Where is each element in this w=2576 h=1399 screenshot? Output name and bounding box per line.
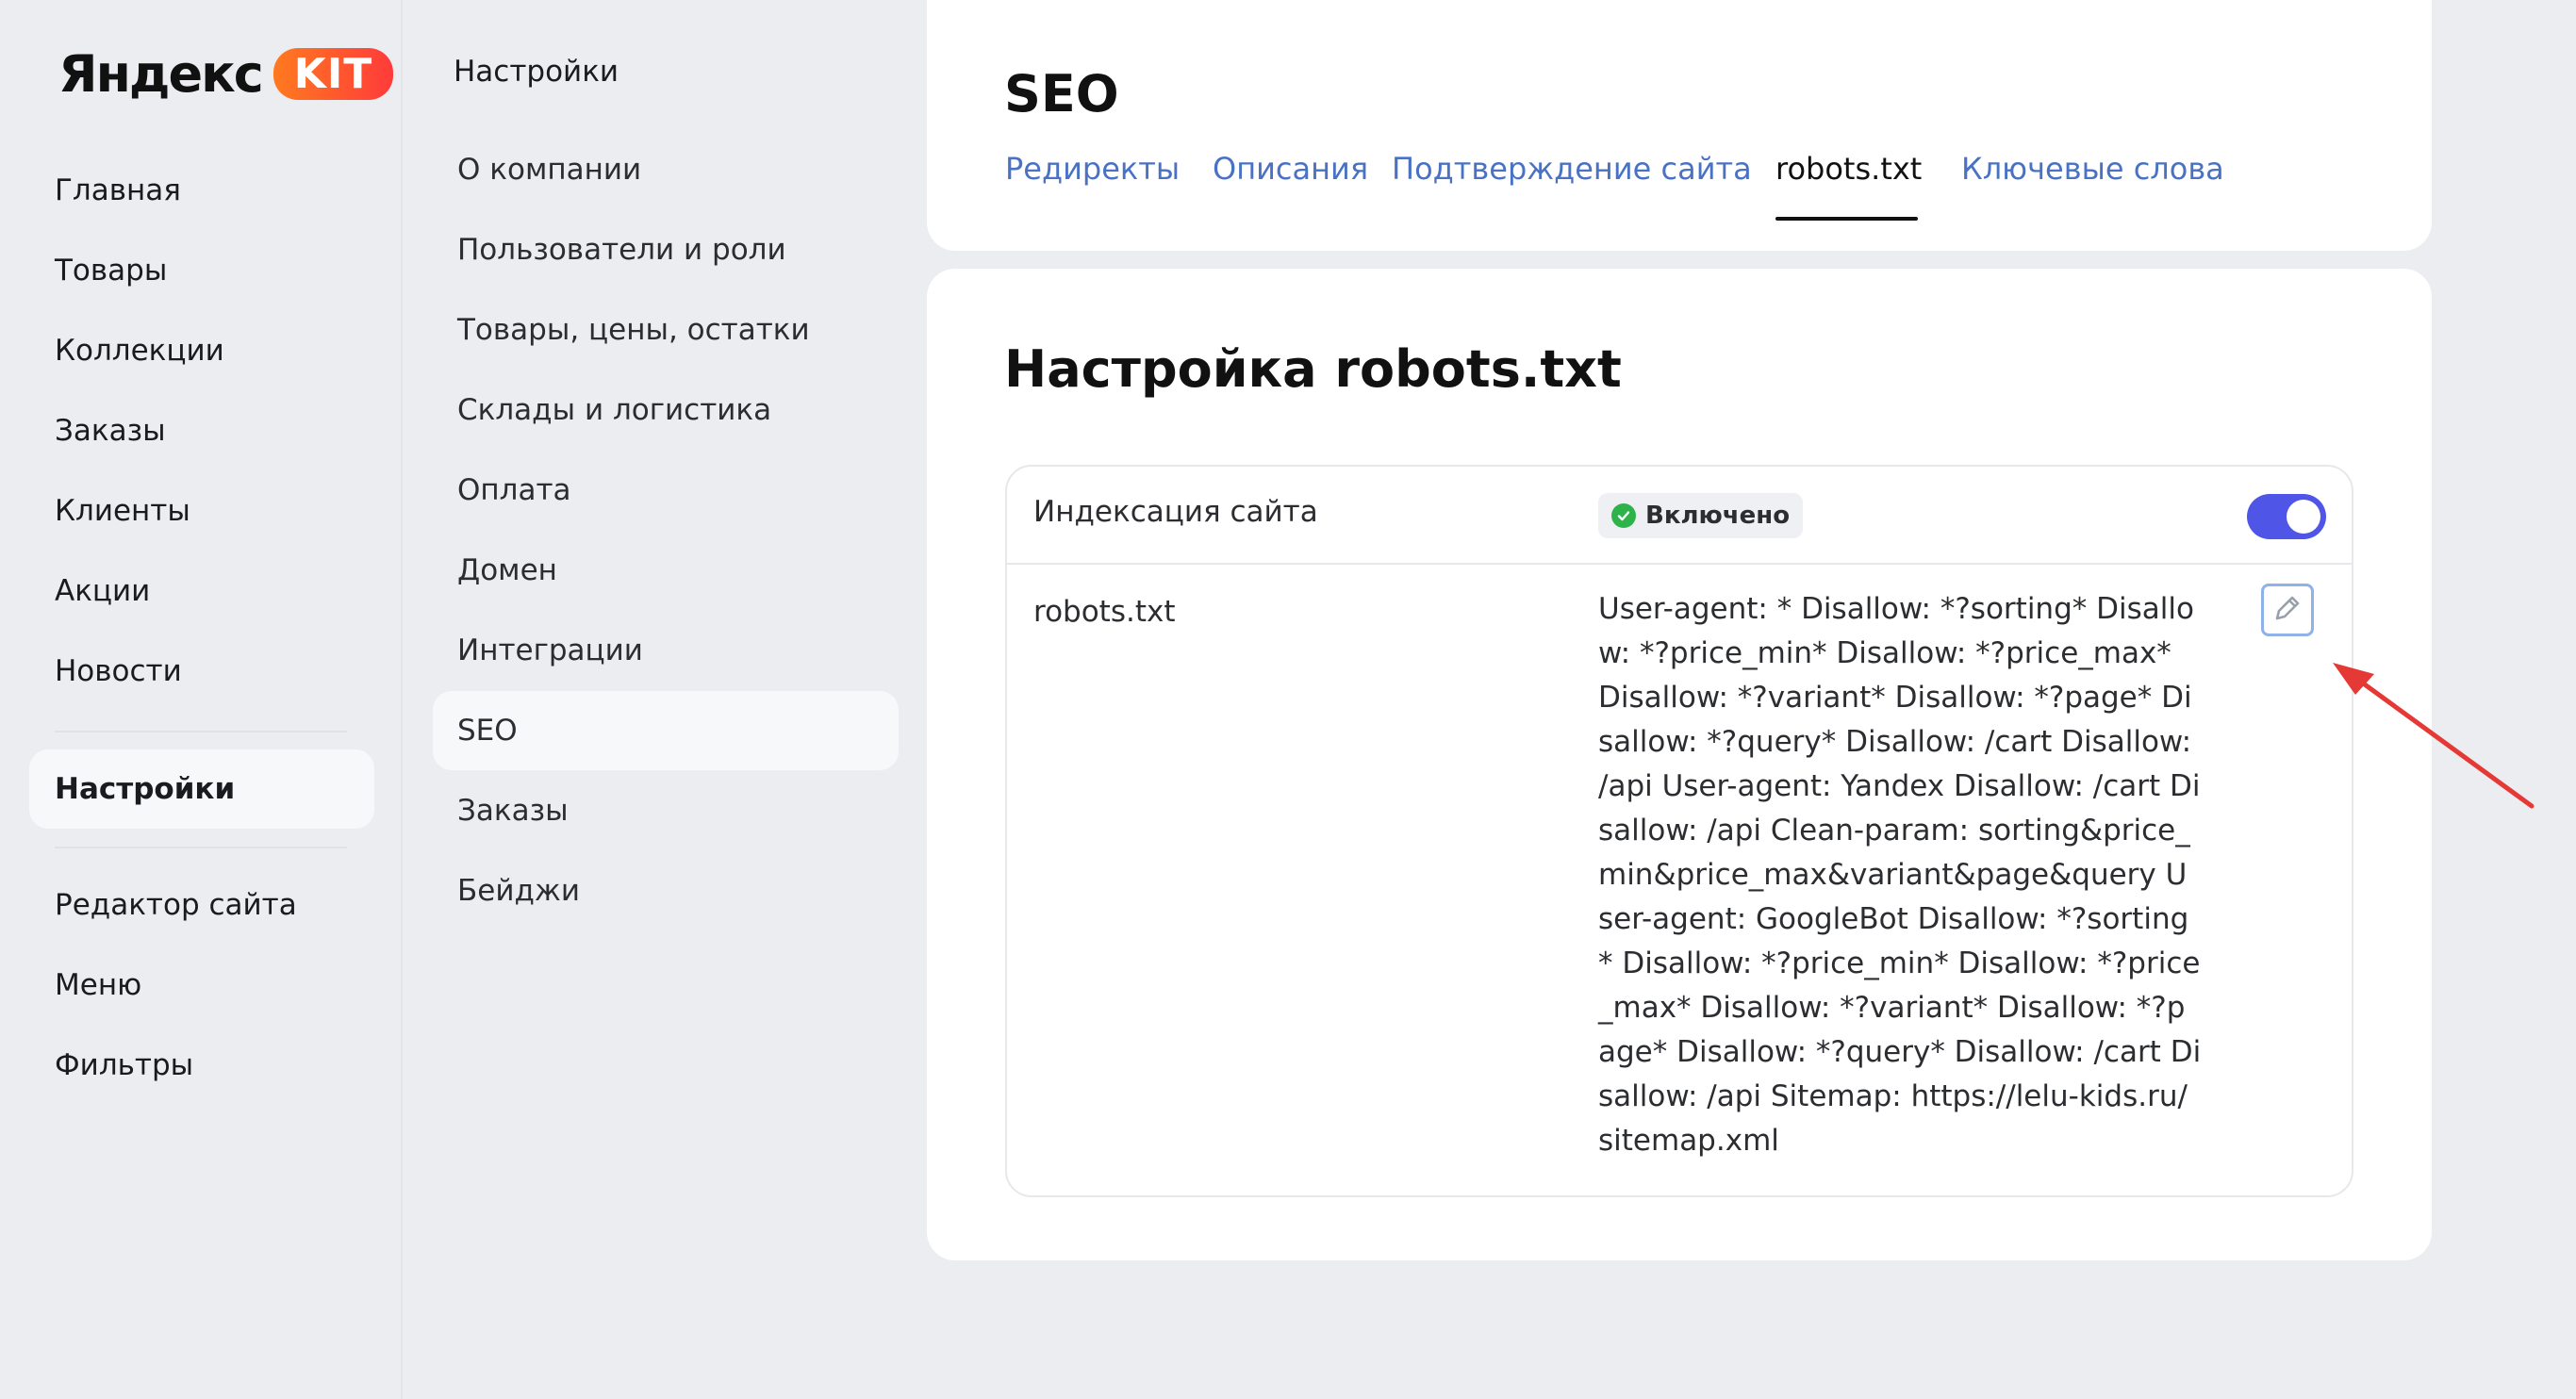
nav-item-clients[interactable]: Клиенты xyxy=(55,494,190,528)
logo-text: Яндекс xyxy=(58,43,264,104)
nav-item-products[interactable]: Товары xyxy=(55,254,167,288)
submenu-item-orders[interactable]: Заказы xyxy=(457,794,569,828)
nav-divider xyxy=(55,731,347,732)
status-badge-label: Включено xyxy=(1645,502,1791,530)
nav-item-site-editor[interactable]: Редактор сайта xyxy=(55,888,297,922)
nav-item-news[interactable]: Новости xyxy=(55,654,182,688)
submenu-item-products-prices[interactable]: Товары, цены, остатки xyxy=(457,313,810,347)
robots-content: User-agent: * Disallow: *?sorting* Disal… xyxy=(1598,592,2202,1158)
robots-label: robots.txt xyxy=(1033,595,1176,629)
page-title: SEO xyxy=(1004,64,1119,123)
submenu-item-integrations[interactable]: Интеграции xyxy=(457,634,643,667)
tab-site-verification[interactable]: Подтверждение сайта xyxy=(1392,151,1752,187)
submenu-item-company[interactable]: О компании xyxy=(457,153,641,187)
nav-item-promotions[interactable]: Акции xyxy=(55,574,150,608)
edit-robots-button[interactable] xyxy=(2261,584,2314,636)
nav-item-filters[interactable]: Фильтры xyxy=(55,1048,193,1082)
logo-badge: KIT xyxy=(272,47,394,100)
submenu-item-warehouses[interactable]: Склады и логистика xyxy=(457,393,771,427)
nav-item-orders[interactable]: Заказы xyxy=(55,414,166,448)
robots-settings-card: Настройка robots.txt Индексация сайта Вк… xyxy=(927,269,2432,1260)
tab-descriptions[interactable]: Описания xyxy=(1213,151,1368,187)
nav-item-collections[interactable]: Коллекции xyxy=(55,334,224,368)
tab-redirects[interactable]: Редиректы xyxy=(1005,151,1180,187)
indexing-row: Индексация сайта Включено xyxy=(1007,467,2352,565)
indexing-toggle[interactable] xyxy=(2247,494,2326,539)
check-circle-icon xyxy=(1611,503,1636,528)
robots-settings-table: Индексация сайта Включено robots.txt Use… xyxy=(1005,465,2353,1197)
annotation-arrow-icon xyxy=(2333,663,2535,809)
seo-header-card: SEO Редиректы Описания Подтверждение сай… xyxy=(927,0,2432,251)
tab-keywords[interactable]: Ключевые слова xyxy=(1961,151,2224,187)
pencil-icon xyxy=(2271,592,2304,628)
submenu-item-domain[interactable]: Домен xyxy=(457,553,557,587)
nav-item-settings[interactable]: Настройки xyxy=(55,772,235,806)
tab-robots-txt[interactable]: robots.txt xyxy=(1775,151,1922,187)
indexing-label: Индексация сайта xyxy=(1033,495,1318,529)
section-title: Настройка robots.txt xyxy=(1004,339,1622,399)
submenu-title: Настройки xyxy=(454,55,619,89)
yandex-kit-logo[interactable]: Яндекс KIT xyxy=(58,34,394,113)
submenu-item-payment[interactable]: Оплата xyxy=(457,473,571,507)
main-sidebar: Яндекс KIT Главная Товары Коллекции Зака… xyxy=(0,0,399,1399)
nav-item-home[interactable]: Главная xyxy=(55,173,181,207)
nav-divider xyxy=(55,847,347,848)
submenu-item-seo[interactable]: SEO xyxy=(457,714,518,748)
submenu-item-badges[interactable]: Бейджи xyxy=(457,874,580,908)
submenu-item-users-roles[interactable]: Пользователи и роли xyxy=(457,233,786,267)
active-tab-underline xyxy=(1775,217,1918,221)
toggle-knob xyxy=(2287,500,2320,534)
status-badge: Включено xyxy=(1598,493,1804,538)
nav-item-menu[interactable]: Меню xyxy=(55,968,141,1002)
settings-submenu: Настройки О компании Пользователи и роли… xyxy=(401,0,919,1399)
